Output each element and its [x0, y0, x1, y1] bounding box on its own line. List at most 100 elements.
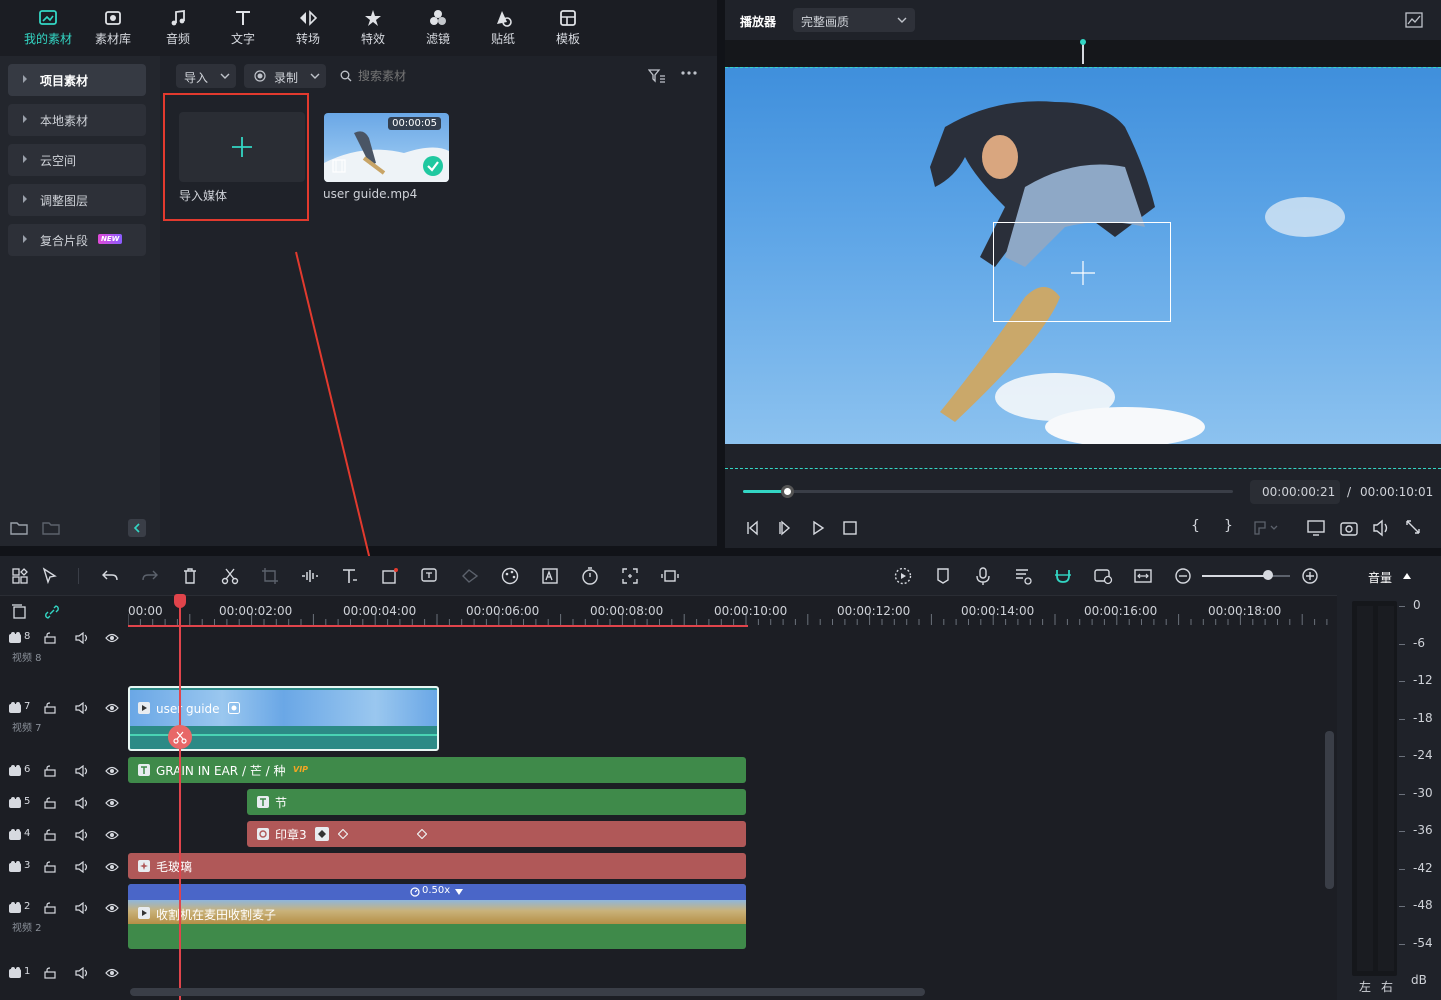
current-time-box: 00:00:00:21	[1250, 480, 1340, 504]
speaker-icon[interactable]	[75, 967, 89, 979]
lock-icon[interactable]	[44, 861, 56, 873]
progress-knob[interactable]	[781, 485, 795, 498]
title-text-icon	[138, 764, 150, 776]
link-icon[interactable]	[43, 603, 61, 621]
eye-icon[interactable]	[105, 903, 119, 913]
my-media-icon	[39, 10, 57, 25]
collapse-sidebar-button[interactable]	[128, 519, 146, 537]
mark-out-button[interactable]: }	[1224, 518, 1233, 534]
lock-icon[interactable]	[44, 902, 56, 914]
filter-icon	[430, 10, 446, 25]
nav-library[interactable]: 素材库	[85, 8, 141, 52]
speaker-icon[interactable]	[75, 702, 89, 714]
total-time: 00:00:10:01	[1360, 485, 1434, 499]
nav-template[interactable]: 模板	[540, 8, 596, 52]
eye-icon[interactable]	[105, 633, 119, 643]
nav-filter[interactable]: 滤镜	[410, 8, 466, 52]
sidebar-item-compound-clip[interactable]: 复合片段 NEW	[8, 224, 146, 256]
track-name: 视频 7	[12, 723, 42, 734]
effect-clip-frosted[interactable]: 毛玻璃	[128, 853, 746, 879]
scopes-icon[interactable]	[1405, 12, 1423, 28]
eye-icon[interactable]	[105, 862, 119, 872]
track-number: 7	[24, 701, 31, 712]
speaker-icon[interactable]	[75, 861, 89, 873]
speaker-icon[interactable]	[75, 902, 89, 914]
lock-icon[interactable]	[44, 797, 56, 809]
transition-icon	[300, 10, 318, 26]
keyframe-diamond-icon[interactable]	[417, 829, 427, 839]
text-clip-jie[interactable]: 节	[247, 789, 746, 815]
sidebar-item-local-media[interactable]: 本地素材	[8, 104, 146, 136]
add-track-icon[interactable]	[10, 603, 28, 621]
lock-icon[interactable]	[44, 702, 56, 714]
eye-icon[interactable]	[105, 830, 119, 840]
layout-icon[interactable]	[10, 566, 30, 586]
sidebar-item-cloud[interactable]: 云空间	[8, 144, 146, 176]
caret-up-icon[interactable]	[1403, 573, 1411, 579]
nav-my-media[interactable]: 我的素材	[20, 8, 76, 52]
speaker-icon[interactable]	[75, 765, 89, 777]
undo-icon[interactable]	[100, 566, 120, 586]
stamp-icon	[257, 828, 269, 840]
lock-icon[interactable]	[44, 829, 56, 841]
eye-icon[interactable]	[105, 798, 119, 808]
video-clip-wheat[interactable]: 0.50x 收割机在麦田收割麦子	[128, 884, 746, 949]
fullscreen-icon[interactable]	[1405, 519, 1421, 535]
speaker-icon[interactable]	[75, 829, 89, 841]
media-sidebar: 项目素材 本地素材 云空间 调整图层 复合片段 NEW	[0, 56, 160, 546]
nav-transition[interactable]: 转场	[280, 8, 336, 52]
chevron-down-icon	[897, 17, 907, 23]
keyframe-toggle-icon[interactable]	[315, 827, 329, 841]
transform-box[interactable]	[993, 222, 1171, 322]
meter-scale-label: dB	[1411, 973, 1427, 987]
speaker-icon[interactable]	[75, 797, 89, 809]
meter-scale-label: -48	[1413, 898, 1433, 912]
playhead-handle[interactable]	[174, 594, 186, 608]
sidebar-item-project-media[interactable]: 项目素材	[8, 64, 146, 96]
insert-icon[interactable]	[1253, 520, 1279, 536]
nav-effects[interactable]: 特效	[345, 8, 401, 52]
video-track-icon	[9, 902, 21, 913]
sidebar-item-adjust-layer[interactable]: 调整图层	[8, 184, 146, 216]
lock-icon[interactable]	[44, 632, 56, 644]
eye-icon[interactable]	[105, 766, 119, 776]
camera-icon[interactable]	[1340, 519, 1358, 537]
speaker-icon[interactable]	[75, 632, 89, 644]
progress-track[interactable]	[743, 485, 1233, 498]
lock-icon[interactable]	[44, 967, 56, 979]
mark-in-button[interactable]: {	[1191, 518, 1200, 534]
title-clip[interactable]: GRAIN IN EAR / 芒 / 种 VIP	[128, 757, 746, 783]
caret-down-icon[interactable]	[455, 889, 463, 895]
video-track-icon	[9, 632, 21, 643]
new-badge: NEW	[98, 234, 123, 244]
nav-text[interactable]: 文字	[215, 8, 271, 52]
split-handle[interactable]	[168, 725, 192, 749]
select-tool-icon[interactable]	[40, 566, 60, 586]
eye-icon[interactable]	[105, 968, 119, 978]
eye-icon[interactable]	[105, 703, 119, 713]
folder-icon[interactable]	[42, 520, 60, 536]
play-clip-icon	[138, 907, 150, 919]
volume-icon[interactable]	[1372, 519, 1390, 537]
preview-canvas[interactable]	[725, 39, 1441, 469]
nav-sticker[interactable]: 贴纸	[475, 8, 531, 52]
meter-tick	[1399, 681, 1405, 682]
track-number: 8	[24, 631, 31, 642]
new-folder-icon[interactable]	[10, 520, 28, 536]
quality-dropdown[interactable]: 完整画质	[793, 8, 915, 32]
lock-icon[interactable]	[44, 765, 56, 777]
stop-icon[interactable]	[842, 520, 858, 536]
meter-scale-label: -30	[1413, 785, 1433, 800]
rotate-handle-dot[interactable]	[1080, 39, 1086, 45]
vertical-scrollbar[interactable]	[1325, 731, 1334, 889]
sticker-clip-stamp[interactable]: 印章3	[247, 821, 746, 847]
step-forward-icon[interactable]	[777, 520, 793, 536]
playhead-line[interactable]	[179, 600, 181, 1000]
keyframe-diamond-icon[interactable]	[338, 829, 348, 839]
nav-audio[interactable]: 音频	[150, 8, 206, 52]
step-back-icon[interactable]	[745, 520, 761, 536]
horizontal-scrollbar[interactable]	[130, 988, 925, 996]
play-icon[interactable]	[810, 520, 826, 536]
monitor-icon[interactable]	[1307, 519, 1325, 537]
effect-star-icon	[138, 860, 150, 872]
